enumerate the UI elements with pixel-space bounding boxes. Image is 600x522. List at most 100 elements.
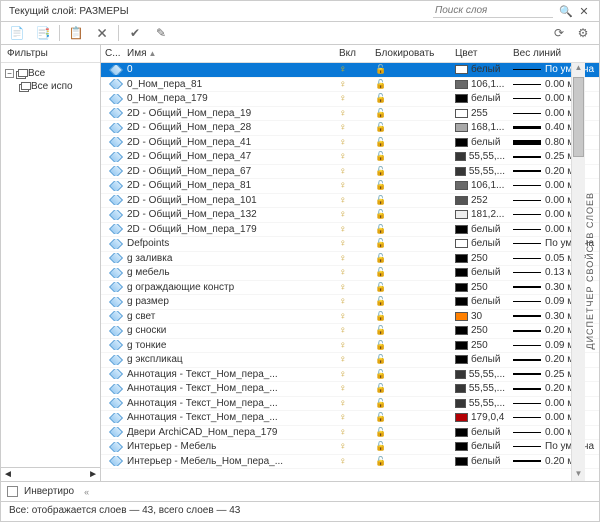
lock-icon[interactable]: 🔓 — [375, 427, 386, 437]
color-cell[interactable]: 55,55,... — [451, 166, 509, 177]
lock-icon[interactable]: 🔓 — [375, 253, 386, 263]
bulb-icon[interactable]: ♀ — [339, 166, 347, 177]
settings-icon[interactable]: ⚙ — [573, 24, 593, 42]
bulb-icon[interactable]: ♀ — [339, 369, 347, 380]
color-cell[interactable]: белый — [451, 427, 509, 438]
layer-row[interactable]: Двери ArchiCAD_Ном_пера_179♀🔓белый0.00 м… — [101, 426, 599, 441]
search-icon[interactable]: 🔍 — [559, 4, 573, 18]
color-cell[interactable]: 55,55,... — [451, 151, 509, 162]
bulb-icon[interactable]: ♀ — [339, 456, 347, 467]
invert-checkbox[interactable] — [7, 486, 18, 497]
color-cell[interactable]: белый — [451, 137, 509, 148]
bulb-icon[interactable]: ♀ — [339, 238, 347, 249]
set-current-icon[interactable]: ✔ — [125, 24, 145, 42]
color-cell[interactable]: белый — [451, 238, 509, 249]
col-name[interactable]: Имя▲ — [123, 46, 335, 61]
layer-row[interactable]: Интерьер - Мебель_Ном_пера_...♀🔓белый0.2… — [101, 455, 599, 470]
lock-icon[interactable]: 🔓 — [375, 412, 386, 422]
color-cell[interactable]: белый — [451, 267, 509, 278]
search-input[interactable] — [433, 4, 553, 18]
bulb-icon[interactable]: ♀ — [339, 122, 347, 133]
color-cell[interactable]: 181,2... — [451, 209, 509, 220]
lock-icon[interactable]: 🔓 — [375, 354, 386, 364]
layer-row[interactable]: 2D - Общий_Ном_пера_132♀🔓181,2...0.00 мм — [101, 208, 599, 223]
tree-scrollbar[interactable]: ◄► — [1, 467, 100, 481]
lock-icon[interactable]: 🔓 — [375, 151, 386, 161]
bulb-icon[interactable]: ♀ — [339, 209, 347, 220]
lock-icon[interactable]: 🔓 — [375, 311, 386, 321]
color-cell[interactable]: белый — [451, 456, 509, 467]
layer-row[interactable]: 2D - Общий_Ном_пера_81♀🔓106,1...0.00 мм — [101, 179, 599, 194]
tree-item-used[interactable]: Все испо — [3, 80, 98, 93]
col-status[interactable]: С... — [101, 46, 123, 61]
lock-icon[interactable]: 🔓 — [375, 340, 386, 350]
color-cell[interactable]: 106,1... — [451, 180, 509, 191]
bulb-icon[interactable]: ♀ — [339, 441, 347, 452]
layer-row[interactable]: g мебель♀🔓белый0.13 мм — [101, 266, 599, 281]
lock-icon[interactable]: 🔓 — [375, 238, 386, 248]
color-cell[interactable]: белый — [451, 441, 509, 452]
layer-row[interactable]: g ограждающие констр♀🔓2500.30 мм — [101, 281, 599, 296]
bulb-icon[interactable]: ♀ — [339, 383, 347, 394]
bulb-icon[interactable]: ♀ — [339, 108, 347, 119]
bulb-icon[interactable]: ♀ — [339, 427, 347, 438]
layer-row[interactable]: 0_Ном_пера_81♀🔓106,1...0.00 мм — [101, 78, 599, 93]
lock-icon[interactable]: 🔓 — [375, 383, 386, 393]
layer-row[interactable]: Интерьер - Мебель♀🔓белыйПо умолча — [101, 440, 599, 455]
lock-icon[interactable]: 🔓 — [375, 93, 386, 103]
layer-states-icon[interactable]: 📋 — [66, 24, 86, 42]
col-color[interactable]: Цвет — [451, 46, 509, 61]
filter-tree[interactable]: − Все Все испо — [1, 63, 100, 467]
lock-icon[interactable]: 🔓 — [375, 441, 386, 451]
layer-row[interactable]: g экспликац♀🔓белый0.20 мм — [101, 353, 599, 368]
match-layer-icon[interactable]: ✎ — [151, 24, 171, 42]
bulb-icon[interactable]: ♀ — [339, 224, 347, 235]
layer-row[interactable]: 2D - Общий_Ном_пера_28♀🔓168,1...0.40 мм — [101, 121, 599, 136]
refresh-icon[interactable]: ⟳ — [549, 24, 569, 42]
lock-icon[interactable]: 🔓 — [375, 209, 386, 219]
lock-icon[interactable]: 🔓 — [375, 267, 386, 277]
color-cell[interactable]: 55,55,... — [451, 369, 509, 380]
lock-icon[interactable]: 🔓 — [375, 64, 386, 74]
color-cell[interactable]: 55,55,... — [451, 383, 509, 394]
layer-row[interactable]: Аннотация - Текст_Ном_пера_...♀🔓55,55,..… — [101, 368, 599, 383]
layer-row[interactable]: Аннотация - Текст_Ном_пера_...♀🔓55,55,..… — [101, 382, 599, 397]
color-cell[interactable]: 250 — [451, 340, 509, 351]
layer-row[interactable]: 2D - Общий_Ном_пера_19♀🔓2550.00 мм — [101, 107, 599, 122]
lock-icon[interactable]: 🔓 — [375, 108, 386, 118]
layer-row[interactable]: 0♀🔓белыйПо умолча — [101, 63, 599, 78]
lock-icon[interactable]: 🔓 — [375, 369, 386, 379]
layer-row[interactable]: g размер♀🔓белый0.09 мм — [101, 295, 599, 310]
bulb-icon[interactable]: ♀ — [339, 180, 347, 191]
layer-row[interactable]: 2D - Общий_Ном_пера_41♀🔓белый0.80 мм — [101, 136, 599, 151]
color-cell[interactable]: 255 — [451, 108, 509, 119]
collapse-icon[interactable]: − — [5, 69, 14, 78]
color-cell[interactable]: белый — [451, 224, 509, 235]
layer-row[interactable]: Аннотация - Текст_Ном_пера_...♀🔓179,0,40… — [101, 411, 599, 426]
lock-icon[interactable]: 🔓 — [375, 398, 386, 408]
layer-row[interactable]: g сноски♀🔓2500.20 мм — [101, 324, 599, 339]
lock-icon[interactable]: 🔓 — [375, 180, 386, 190]
expand-icon[interactable]: « — [84, 487, 89, 497]
bulb-icon[interactable]: ♀ — [339, 354, 347, 365]
layer-row[interactable]: g заливка♀🔓2500.05 мм — [101, 252, 599, 267]
bulb-icon[interactable]: ♀ — [339, 79, 347, 90]
lock-icon[interactable]: 🔓 — [375, 166, 386, 176]
layer-row[interactable]: Аннотация - Текст_Ном_пера_...♀🔓55,55,..… — [101, 397, 599, 412]
color-cell[interactable]: белый — [451, 354, 509, 365]
bulb-icon[interactable]: ♀ — [339, 137, 347, 148]
layer-row[interactable]: 2D - Общий_Ном_пера_179♀🔓белый0.00 мм — [101, 223, 599, 238]
color-cell[interactable]: 106,1... — [451, 79, 509, 90]
color-cell[interactable]: белый — [451, 296, 509, 307]
bulb-icon[interactable]: ♀ — [339, 93, 347, 104]
layer-row[interactable]: Defpoints♀🔓белыйПо умолча — [101, 237, 599, 252]
bulb-icon[interactable]: ♀ — [339, 151, 347, 162]
layer-row[interactable]: 2D - Общий_Ном_пера_101♀🔓2520.00 мм — [101, 194, 599, 209]
layer-row[interactable]: g тонкие♀🔓2500.09 мм — [101, 339, 599, 354]
color-cell[interactable]: белый — [451, 64, 509, 75]
color-cell[interactable]: 252 — [451, 195, 509, 206]
layer-row[interactable]: g свет♀🔓300.30 мм — [101, 310, 599, 325]
tree-item-all[interactable]: − Все — [3, 67, 98, 80]
color-cell[interactable]: 250 — [451, 325, 509, 336]
panel-close-icon[interactable]: ✕ — [577, 4, 591, 18]
